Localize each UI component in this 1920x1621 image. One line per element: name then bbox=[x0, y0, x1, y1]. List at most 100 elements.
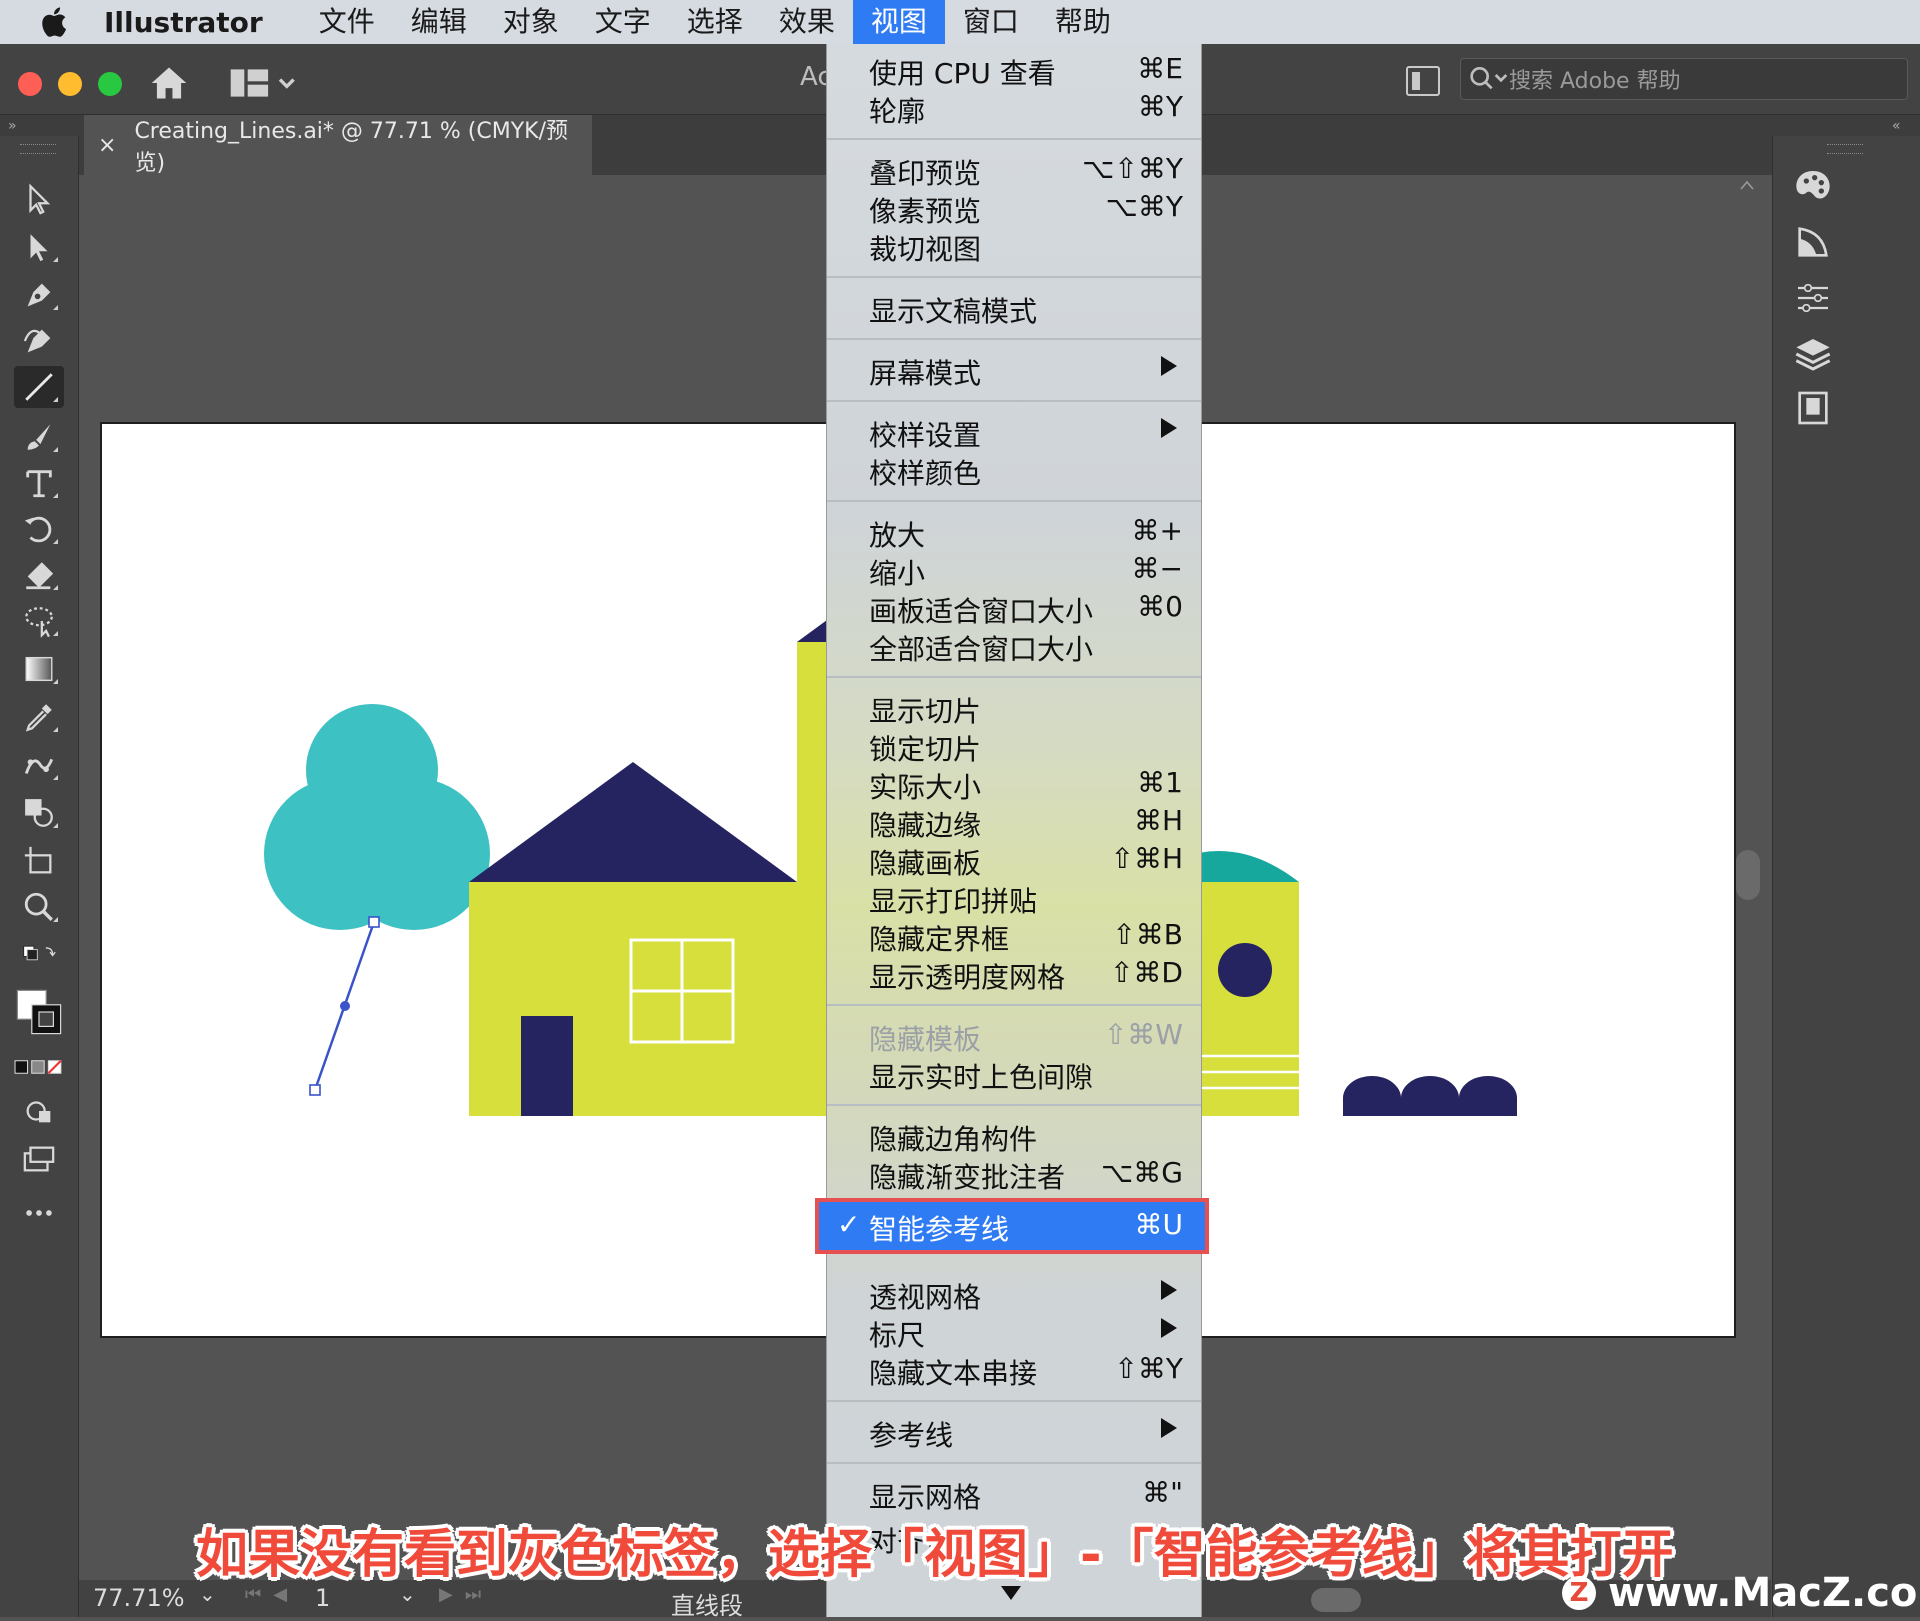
menu-item-guides[interactable]: 参考线 bbox=[827, 1412, 1201, 1452]
fill-stroke-swatch[interactable] bbox=[14, 982, 64, 1042]
paintbrush-tool[interactable] bbox=[14, 416, 64, 458]
menu-item-perspective-grid[interactable]: 透视网格 bbox=[827, 1274, 1201, 1314]
color-palette-icon[interactable] bbox=[1793, 166, 1833, 206]
menu-file[interactable]: 文件 bbox=[301, 0, 393, 44]
menu-effect[interactable]: 效果 bbox=[761, 0, 853, 44]
document-tab[interactable]: × Creating_Lines.ai* @ 77.71 % (CMYK/预览) bbox=[84, 115, 592, 176]
menu-separator bbox=[827, 1400, 1201, 1402]
home-icon[interactable] bbox=[148, 64, 190, 102]
menu-select[interactable]: 选择 bbox=[669, 0, 761, 44]
submenu-arrow-icon bbox=[1161, 1418, 1177, 1438]
menu-type[interactable]: 文字 bbox=[577, 0, 669, 44]
anchor-point-bottom bbox=[309, 1084, 321, 1096]
close-tab-icon[interactable]: × bbox=[98, 133, 116, 158]
zoom-icon bbox=[24, 892, 53, 921]
shape-builder-tool[interactable] bbox=[14, 792, 64, 834]
menu-item-show-grid[interactable]: 显示网格 ⌘" bbox=[827, 1474, 1201, 1514]
menu-item-rulers[interactable]: 标尺 bbox=[827, 1312, 1201, 1352]
collapse-left-icon[interactable]: » bbox=[8, 118, 17, 134]
eyedropper-tool[interactable] bbox=[14, 696, 64, 738]
color-guide-icon[interactable] bbox=[1793, 222, 1833, 262]
lasso-tool[interactable] bbox=[14, 600, 64, 642]
workspace-switcher-icon[interactable] bbox=[228, 66, 298, 100]
menu-item-pixel-preview[interactable]: 像素预览 ⌥⌘Y bbox=[827, 188, 1201, 228]
lasso-icon bbox=[25, 607, 53, 638]
menu-item-zoom-in[interactable]: 放大 ⌘+ bbox=[827, 512, 1201, 552]
menu-item-lock-slices[interactable]: 锁定切片 bbox=[827, 726, 1201, 766]
menu-item-hide-corner-widget[interactable]: 隐藏边角构件 bbox=[827, 1116, 1201, 1156]
search-placeholder: 搜索 Adobe 帮助 bbox=[1509, 69, 1681, 94]
watermark-text: www.MacZ.com bbox=[1608, 1570, 1920, 1616]
puppet-warp-tool[interactable] bbox=[14, 744, 64, 786]
selection-tool[interactable] bbox=[14, 178, 64, 220]
menu-item-trim-view[interactable]: 裁切视图 bbox=[827, 226, 1201, 266]
menu-object[interactable]: 对象 bbox=[485, 0, 577, 44]
menu-separator bbox=[827, 138, 1201, 140]
right-dock-panel bbox=[1772, 136, 1920, 1617]
layers-icon[interactable] bbox=[1793, 334, 1833, 374]
menu-item-hide-text-threads[interactable]: 隐藏文本串接 ⇧⌘Y bbox=[827, 1350, 1201, 1390]
color-mode-buttons[interactable] bbox=[14, 1054, 64, 1080]
curvature-pen-icon bbox=[23, 329, 51, 353]
menu-help[interactable]: 帮助 bbox=[1037, 0, 1129, 44]
apple-icon[interactable] bbox=[36, 3, 74, 41]
type-tool[interactable] bbox=[14, 462, 64, 504]
horizontal-scrollbar-thumb[interactable] bbox=[1311, 1588, 1361, 1612]
zoom-level-field[interactable]: 77.71% bbox=[93, 1584, 201, 1614]
menu-item-overprint-preview[interactable]: 叠印预览 ⌥⇧⌘Y bbox=[827, 150, 1201, 190]
pen-tool[interactable] bbox=[14, 274, 64, 316]
app-menu[interactable]: Illustrator bbox=[104, 6, 263, 39]
shape-builder-icon bbox=[25, 799, 53, 827]
menu-item-cpu-view[interactable]: 使用 CPU 查看 ⌘E bbox=[827, 50, 1201, 90]
window-close-button[interactable] bbox=[18, 72, 42, 96]
curvature-tool[interactable] bbox=[14, 320, 64, 362]
line-segment-tool[interactable] bbox=[14, 366, 64, 408]
menu-item-proof-colors[interactable]: 校样颜色 bbox=[827, 450, 1201, 490]
artboard-next-icons[interactable]: ▶⏭ bbox=[439, 1584, 493, 1605]
menu-edit[interactable]: 编辑 bbox=[393, 0, 485, 44]
menu-item-show-print-tiling[interactable]: 显示打印拼贴 bbox=[827, 878, 1201, 918]
menu-item-hide-bounding-box[interactable]: 隐藏定界框 ⇧⌘B bbox=[827, 916, 1201, 956]
screen-mode-tool[interactable] bbox=[14, 1138, 64, 1180]
artboard-prev-icons[interactable]: ⏮◀ bbox=[245, 1584, 299, 1605]
menu-item-fit-all[interactable]: 全部适合窗口大小 bbox=[827, 626, 1201, 666]
menu-item-zoom-out[interactable]: 缩小 ⌘− bbox=[827, 550, 1201, 590]
rotate-tool[interactable] bbox=[14, 508, 64, 550]
menu-item-outline[interactable]: 轮廓 ⌘Y bbox=[827, 88, 1201, 128]
menu-scroll-down-icon[interactable] bbox=[1001, 1586, 1021, 1600]
dock-grip[interactable] bbox=[1827, 144, 1863, 154]
menu-item-hide-gradient-annotator[interactable]: 隐藏渐变批注者 ⌥⌘G bbox=[827, 1154, 1201, 1194]
menu-item-fit-artboard[interactable]: 画板适合窗口大小 ⌘0 bbox=[827, 588, 1201, 628]
eraser-tool[interactable] bbox=[14, 554, 64, 596]
swap-fill-stroke[interactable] bbox=[14, 936, 64, 970]
scroll-up-arrow[interactable] bbox=[1740, 180, 1754, 190]
menu-view[interactable]: 视图 bbox=[852, 0, 945, 44]
gradient-tool[interactable] bbox=[14, 648, 64, 690]
vertical-scrollbar-thumb[interactable] bbox=[1736, 850, 1760, 900]
menu-item-actual-size[interactable]: 实际大小 ⌘1 bbox=[827, 764, 1201, 804]
menu-item-show-live-paint-gaps[interactable]: 显示实时上色间隙 bbox=[827, 1054, 1201, 1094]
drawing-mode-tool[interactable] bbox=[14, 1090, 64, 1132]
direct-selection-tool[interactable] bbox=[14, 226, 64, 268]
menu-item-hide-artboards[interactable]: 隐藏画板 ⇧⌘H bbox=[827, 840, 1201, 880]
properties-sliders-icon[interactable] bbox=[1793, 278, 1833, 318]
toolbar-grip[interactable] bbox=[20, 144, 56, 154]
collapse-right-icon[interactable]: « bbox=[1892, 118, 1901, 134]
menu-window[interactable]: 窗口 bbox=[945, 0, 1037, 44]
menu-item-show-transparency-grid[interactable]: 显示透明度网格 ⇧⌘D bbox=[827, 954, 1201, 994]
menu-item-hide-edges[interactable]: 隐藏边缘 ⌘H bbox=[827, 802, 1201, 842]
zoom-tool[interactable] bbox=[14, 886, 64, 928]
artboard-number-field[interactable]: 1 bbox=[315, 1584, 395, 1614]
window-zoom-button[interactable] bbox=[98, 72, 122, 96]
menu-item-proof-setup[interactable]: 校样设置 bbox=[827, 412, 1201, 452]
libraries-icon[interactable] bbox=[1793, 388, 1833, 428]
window-minimize-button[interactable] bbox=[58, 72, 82, 96]
panel-toggle-icon[interactable] bbox=[1406, 66, 1440, 96]
help-search-input[interactable]: 搜索 Adobe 帮助 bbox=[1460, 58, 1908, 100]
menu-item-presentation-mode[interactable]: 显示文稿模式 bbox=[827, 288, 1201, 328]
menu-item-screen-mode[interactable]: 屏幕模式 bbox=[827, 350, 1201, 390]
artboard-tool[interactable] bbox=[14, 840, 64, 882]
menu-item-smart-guides[interactable]: ✓ 智能参考线 ⌘U bbox=[827, 1206, 1201, 1246]
menu-item-show-slices[interactable]: 显示切片 bbox=[827, 688, 1201, 728]
edit-toolbar-button[interactable] bbox=[14, 1192, 64, 1234]
